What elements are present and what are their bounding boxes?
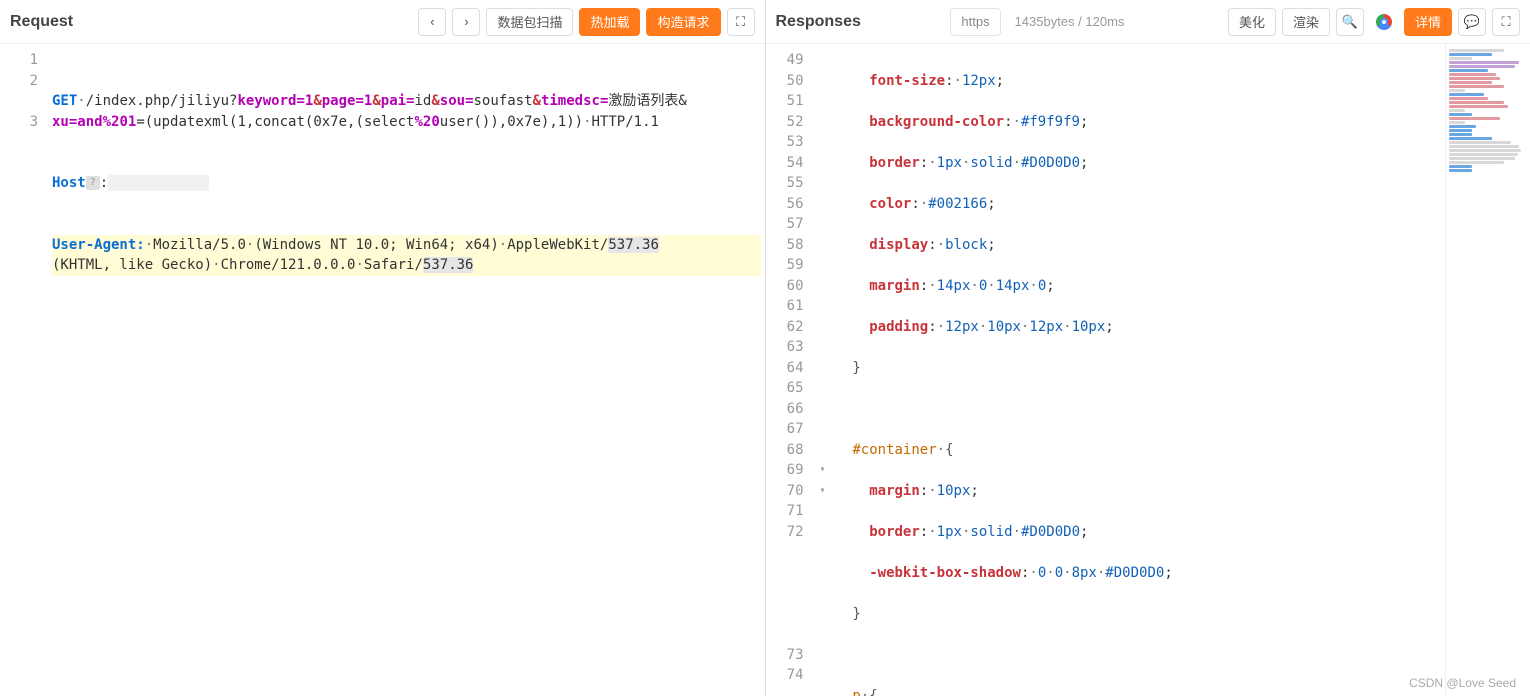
request-title: Request	[10, 13, 73, 31]
construct-request-button[interactable]: 构造请求	[646, 8, 720, 36]
request-pane: Request ‹ › 数据包扫描 热加载 构造请求 ⛶ 1 2 3 GET·/…	[0, 0, 766, 696]
search-button[interactable]: 🔍	[1336, 8, 1364, 36]
expand-icon: ⛶	[1501, 14, 1510, 30]
chevron-right-icon: ›	[464, 14, 468, 29]
request-code[interactable]: GET·/index.php/jiliyu?keyword=1&page=1&p…	[48, 44, 765, 696]
request-line-1: GET·/index.php/jiliyu?keyword=1&page=1&p…	[52, 91, 761, 132]
response-header: Responses https 1435bytes / 120ms 美化 渲染 …	[766, 0, 1530, 44]
host-hint-icon: ?	[86, 176, 100, 190]
response-stats: 1435bytes / 120ms	[1007, 14, 1133, 29]
response-title: Responses	[776, 13, 861, 31]
request-gutter: 1 2 3	[0, 44, 48, 696]
nav-next-button[interactable]: ›	[452, 8, 480, 36]
expand-icon: ⛶	[736, 14, 745, 30]
fold-toggle-70[interactable]: ▾	[814, 481, 832, 502]
chat-icon: 💬	[1464, 14, 1480, 30]
request-header: Request ‹ › 数据包扫描 热加载 构造请求 ⛶	[0, 0, 765, 44]
expand-response-button[interactable]: ⛶	[1492, 8, 1520, 36]
nav-prev-button[interactable]: ‹	[418, 8, 446, 36]
scan-packet-button[interactable]: 数据包扫描	[486, 8, 573, 36]
response-gutter: 4950515253545556575859606162636465666768…	[766, 44, 814, 696]
response-code[interactable]: font-size:·12px; background-color:·#f9f9…	[832, 44, 1446, 696]
chrome-icon	[1376, 14, 1392, 30]
response-editor[interactable]: 4950515253545556575859606162636465666768…	[766, 44, 1530, 696]
expand-request-button[interactable]: ⛶	[727, 8, 755, 36]
beautify-button[interactable]: 美化	[1228, 8, 1276, 36]
watermark: CSDN @Love Seed	[1409, 676, 1516, 690]
chevron-left-icon: ‹	[430, 14, 434, 29]
proto-chip[interactable]: https	[950, 8, 1000, 36]
request-editor[interactable]: 1 2 3 GET·/index.php/jiliyu?keyword=1&pa…	[0, 44, 765, 696]
fold-toggle-69[interactable]: ▾	[814, 460, 832, 481]
hot-load-button[interactable]: 热加载	[579, 8, 640, 36]
response-pane: Responses https 1435bytes / 120ms 美化 渲染 …	[766, 0, 1530, 696]
request-line-2: Host?:	[52, 173, 761, 194]
detail-button[interactable]: 详情	[1404, 8, 1452, 36]
render-button[interactable]: 渲染	[1282, 8, 1330, 36]
request-line-3: User-Agent:·Mozilla/5.0·(Windows NT 10.0…	[52, 235, 761, 276]
chrome-icon-container[interactable]	[1370, 8, 1398, 36]
minimap[interactable]	[1445, 44, 1530, 696]
chat-button[interactable]: 💬	[1458, 8, 1486, 36]
search-icon: 🔍	[1342, 14, 1358, 30]
fold-gutter: ▾ ▾	[814, 44, 832, 696]
